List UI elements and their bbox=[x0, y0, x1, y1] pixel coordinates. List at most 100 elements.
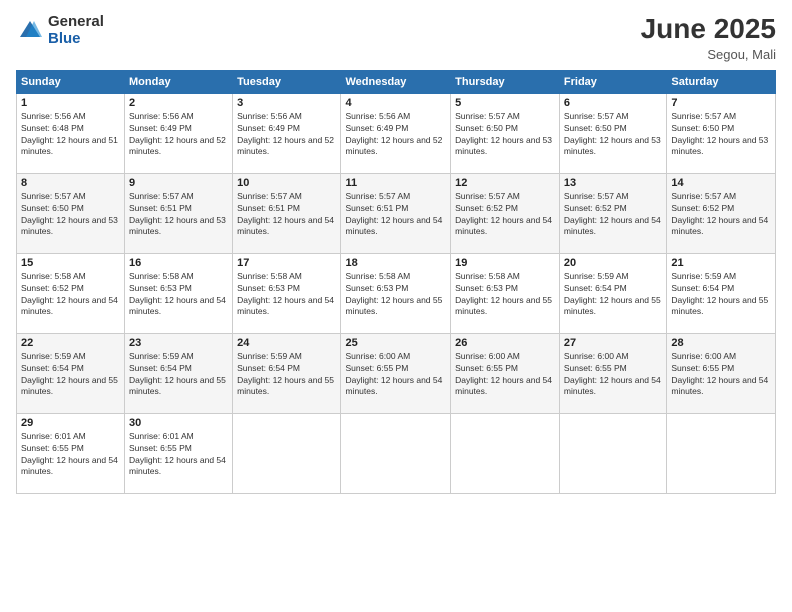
calendar-cell: 2 Sunrise: 5:56 AMSunset: 6:49 PMDayligh… bbox=[125, 93, 233, 173]
header-tuesday: Tuesday bbox=[233, 70, 341, 93]
calendar-cell: 17 Sunrise: 5:58 AMSunset: 6:53 PMDaylig… bbox=[233, 253, 341, 333]
calendar-cell bbox=[667, 413, 776, 493]
calendar-cell: 19 Sunrise: 5:58 AMSunset: 6:53 PMDaylig… bbox=[451, 253, 560, 333]
day-info: Sunrise: 5:58 AMSunset: 6:53 PMDaylight:… bbox=[455, 271, 555, 319]
calendar-cell: 3 Sunrise: 5:56 AMSunset: 6:49 PMDayligh… bbox=[233, 93, 341, 173]
day-info: Sunrise: 5:57 AMSunset: 6:52 PMDaylight:… bbox=[564, 191, 662, 239]
day-number: 9 bbox=[129, 177, 228, 189]
day-info: Sunrise: 5:57 AMSunset: 6:52 PMDaylight:… bbox=[455, 191, 555, 239]
calendar-cell bbox=[233, 413, 341, 493]
day-number: 17 bbox=[237, 257, 336, 269]
day-info: Sunrise: 5:58 AMSunset: 6:53 PMDaylight:… bbox=[129, 271, 228, 319]
day-number: 28 bbox=[671, 337, 771, 349]
day-info: Sunrise: 6:00 AMSunset: 6:55 PMDaylight:… bbox=[564, 351, 662, 399]
day-number: 25 bbox=[345, 337, 446, 349]
day-number: 8 bbox=[21, 177, 120, 189]
header-thursday: Thursday bbox=[451, 70, 560, 93]
day-info: Sunrise: 6:00 AMSunset: 6:55 PMDaylight:… bbox=[671, 351, 771, 399]
day-number: 22 bbox=[21, 337, 120, 349]
calendar-cell: 13 Sunrise: 5:57 AMSunset: 6:52 PMDaylig… bbox=[559, 173, 666, 253]
day-number: 24 bbox=[237, 337, 336, 349]
calendar-cell: 10 Sunrise: 5:57 AMSunset: 6:51 PMDaylig… bbox=[233, 173, 341, 253]
day-info: Sunrise: 5:57 AMSunset: 6:51 PMDaylight:… bbox=[345, 191, 446, 239]
day-number: 21 bbox=[671, 257, 771, 269]
calendar-cell: 21 Sunrise: 5:59 AMSunset: 6:54 PMDaylig… bbox=[667, 253, 776, 333]
header-saturday: Saturday bbox=[667, 70, 776, 93]
day-number: 27 bbox=[564, 337, 662, 349]
day-number: 26 bbox=[455, 337, 555, 349]
day-number: 19 bbox=[455, 257, 555, 269]
calendar-week-1: 1 Sunrise: 5:56 AMSunset: 6:48 PMDayligh… bbox=[17, 93, 776, 173]
calendar-cell: 11 Sunrise: 5:57 AMSunset: 6:51 PMDaylig… bbox=[341, 173, 451, 253]
day-info: Sunrise: 5:58 AMSunset: 6:52 PMDaylight:… bbox=[21, 271, 120, 319]
calendar-cell: 30 Sunrise: 6:01 AMSunset: 6:55 PMDaylig… bbox=[125, 413, 233, 493]
day-number: 20 bbox=[564, 257, 662, 269]
day-number: 16 bbox=[129, 257, 228, 269]
logo: General Blue bbox=[16, 14, 104, 47]
day-number: 11 bbox=[345, 177, 446, 189]
calendar-week-3: 15 Sunrise: 5:58 AMSunset: 6:52 PMDaylig… bbox=[17, 253, 776, 333]
calendar-cell: 8 Sunrise: 5:57 AMSunset: 6:50 PMDayligh… bbox=[17, 173, 125, 253]
day-number: 3 bbox=[237, 97, 336, 109]
calendar-week-5: 29 Sunrise: 6:01 AMSunset: 6:55 PMDaylig… bbox=[17, 413, 776, 493]
header-friday: Friday bbox=[559, 70, 666, 93]
day-info: Sunrise: 6:01 AMSunset: 6:55 PMDaylight:… bbox=[129, 431, 228, 479]
title-block: June 2025 Segou, Mali bbox=[641, 14, 776, 62]
day-info: Sunrise: 5:59 AMSunset: 6:54 PMDaylight:… bbox=[237, 351, 336, 399]
calendar-cell: 9 Sunrise: 5:57 AMSunset: 6:51 PMDayligh… bbox=[125, 173, 233, 253]
calendar-cell: 14 Sunrise: 5:57 AMSunset: 6:52 PMDaylig… bbox=[667, 173, 776, 253]
day-info: Sunrise: 5:56 AMSunset: 6:48 PMDaylight:… bbox=[21, 111, 120, 159]
day-number: 15 bbox=[21, 257, 120, 269]
calendar-cell: 26 Sunrise: 6:00 AMSunset: 6:55 PMDaylig… bbox=[451, 333, 560, 413]
day-number: 4 bbox=[345, 97, 446, 109]
calendar-cell: 5 Sunrise: 5:57 AMSunset: 6:50 PMDayligh… bbox=[451, 93, 560, 173]
logo-general: General bbox=[48, 14, 104, 31]
day-info: Sunrise: 5:57 AMSunset: 6:51 PMDaylight:… bbox=[237, 191, 336, 239]
calendar-cell bbox=[451, 413, 560, 493]
day-info: Sunrise: 5:59 AMSunset: 6:54 PMDaylight:… bbox=[671, 271, 771, 319]
day-info: Sunrise: 5:59 AMSunset: 6:54 PMDaylight:… bbox=[564, 271, 662, 319]
calendar-cell: 7 Sunrise: 5:57 AMSunset: 6:50 PMDayligh… bbox=[667, 93, 776, 173]
calendar-table: SundayMondayTuesdayWednesdayThursdayFrid… bbox=[16, 70, 776, 494]
calendar-cell: 4 Sunrise: 5:56 AMSunset: 6:49 PMDayligh… bbox=[341, 93, 451, 173]
calendar-cell bbox=[559, 413, 666, 493]
day-info: Sunrise: 5:58 AMSunset: 6:53 PMDaylight:… bbox=[237, 271, 336, 319]
day-info: Sunrise: 5:57 AMSunset: 6:52 PMDaylight:… bbox=[671, 191, 771, 239]
day-info: Sunrise: 5:56 AMSunset: 6:49 PMDaylight:… bbox=[345, 111, 446, 159]
day-number: 5 bbox=[455, 97, 555, 109]
day-number: 13 bbox=[564, 177, 662, 189]
calendar-cell: 28 Sunrise: 6:00 AMSunset: 6:55 PMDaylig… bbox=[667, 333, 776, 413]
calendar-cell: 22 Sunrise: 5:59 AMSunset: 6:54 PMDaylig… bbox=[17, 333, 125, 413]
calendar-cell: 29 Sunrise: 6:01 AMSunset: 6:55 PMDaylig… bbox=[17, 413, 125, 493]
day-info: Sunrise: 6:00 AMSunset: 6:55 PMDaylight:… bbox=[455, 351, 555, 399]
day-number: 1 bbox=[21, 97, 120, 109]
header-monday: Monday bbox=[125, 70, 233, 93]
day-number: 7 bbox=[671, 97, 771, 109]
day-number: 23 bbox=[129, 337, 228, 349]
day-number: 2 bbox=[129, 97, 228, 109]
day-info: Sunrise: 5:57 AMSunset: 6:50 PMDaylight:… bbox=[671, 111, 771, 159]
logo-icon bbox=[16, 17, 44, 45]
logo-blue: Blue bbox=[48, 31, 104, 48]
calendar-cell: 23 Sunrise: 5:59 AMSunset: 6:54 PMDaylig… bbox=[125, 333, 233, 413]
calendar-cell: 12 Sunrise: 5:57 AMSunset: 6:52 PMDaylig… bbox=[451, 173, 560, 253]
page: General Blue June 2025 Segou, Mali Sunda… bbox=[0, 0, 792, 612]
day-number: 18 bbox=[345, 257, 446, 269]
day-info: Sunrise: 5:58 AMSunset: 6:53 PMDaylight:… bbox=[345, 271, 446, 319]
logo-text: General Blue bbox=[48, 14, 104, 47]
calendar-cell: 1 Sunrise: 5:56 AMSunset: 6:48 PMDayligh… bbox=[17, 93, 125, 173]
location: Segou, Mali bbox=[641, 47, 776, 62]
day-info: Sunrise: 5:57 AMSunset: 6:50 PMDaylight:… bbox=[455, 111, 555, 159]
calendar-cell: 16 Sunrise: 5:58 AMSunset: 6:53 PMDaylig… bbox=[125, 253, 233, 333]
day-number: 30 bbox=[129, 417, 228, 429]
day-number: 14 bbox=[671, 177, 771, 189]
day-number: 29 bbox=[21, 417, 120, 429]
day-info: Sunrise: 5:59 AMSunset: 6:54 PMDaylight:… bbox=[129, 351, 228, 399]
calendar-cell: 27 Sunrise: 6:00 AMSunset: 6:55 PMDaylig… bbox=[559, 333, 666, 413]
day-info: Sunrise: 5:57 AMSunset: 6:50 PMDaylight:… bbox=[564, 111, 662, 159]
day-info: Sunrise: 5:56 AMSunset: 6:49 PMDaylight:… bbox=[129, 111, 228, 159]
header: General Blue June 2025 Segou, Mali bbox=[16, 14, 776, 62]
header-wednesday: Wednesday bbox=[341, 70, 451, 93]
calendar-cell: 6 Sunrise: 5:57 AMSunset: 6:50 PMDayligh… bbox=[559, 93, 666, 173]
month-title: June 2025 bbox=[641, 14, 776, 45]
